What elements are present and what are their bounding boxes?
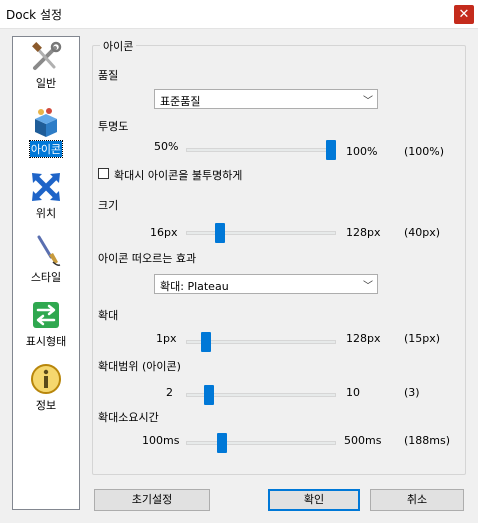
magnify-slider-thumb[interactable]	[201, 332, 212, 352]
magnify-range-value: (3)	[404, 386, 420, 399]
window-title: Dock 설정	[6, 8, 63, 22]
size-slider[interactable]	[186, 231, 336, 235]
sidebar-item-label: 표시형태	[25, 335, 67, 348]
swap-arrows-icon	[33, 302, 59, 328]
size-slider-thumb[interactable]	[215, 223, 226, 243]
size-max-label: 128px	[346, 226, 381, 239]
magnify-range-max-label: 10	[346, 386, 360, 399]
sidebar-item-label: 일반	[35, 77, 57, 90]
quality-dropdown[interactable]: 표준품질 ﹀	[154, 89, 378, 109]
title-bar: Dock 설정 ✕	[0, 0, 478, 29]
magnify-label: 확대	[98, 309, 119, 322]
magnify-time-slider-thumb[interactable]	[216, 433, 227, 453]
opacity-min-label: 50%	[154, 140, 179, 153]
brush-icon	[37, 235, 61, 266]
close-button[interactable]: ✕	[454, 5, 474, 24]
quality-value: 표준품질	[160, 95, 201, 108]
sidebar: 일반 아이콘 위치 스타일 표시형태 정보	[12, 36, 80, 510]
opacity-slider-thumb[interactable]	[326, 140, 336, 160]
opaque-on-magnify-label: 확대시 아이콘을 불투명하게	[114, 169, 243, 182]
cancel-button[interactable]: 취소	[370, 489, 464, 511]
size-min-label: 16px	[150, 226, 178, 239]
sidebar-item-general[interactable]: 일반	[13, 41, 79, 91]
sidebar-item-info[interactable]: 정보	[13, 363, 79, 413]
sidebar-item-label: 아이콘	[28, 140, 64, 158]
magnify-time-max-label: 500ms	[344, 434, 382, 447]
ok-button[interactable]: 확인	[268, 489, 360, 511]
sidebar-item-position[interactable]: 위치	[13, 171, 79, 221]
reset-button[interactable]: 초기설정	[94, 489, 210, 511]
size-label: 크기	[98, 199, 119, 212]
magnify-time-min-label: 100ms	[142, 434, 180, 447]
magnify-time-label: 확대소요시간	[98, 411, 159, 424]
sidebar-item-style[interactable]: 스타일	[13, 235, 79, 285]
group-title: 아이콘	[100, 38, 137, 54]
opacity-max-label: 100%	[346, 145, 378, 158]
sidebar-item-icon[interactable]: 아이콘	[13, 107, 79, 158]
size-value: (40px)	[404, 226, 441, 239]
magnify-time-value: (188ms)	[404, 434, 451, 447]
quality-label: 품질	[98, 69, 119, 82]
magnify-range-min-label: 2	[166, 386, 173, 399]
magnify-min-label: 1px	[156, 332, 177, 345]
opaque-on-magnify-checkbox[interactable]	[98, 168, 109, 179]
opacity-value: (100%)	[404, 145, 445, 158]
sidebar-item-label: 위치	[35, 207, 57, 220]
chevron-down-icon: ﹀	[363, 281, 373, 292]
magnify-value: (15px)	[404, 332, 441, 345]
info-icon	[31, 364, 61, 394]
icon-box-icon	[35, 108, 57, 137]
opacity-label: 투명도	[98, 120, 129, 133]
magnify-range-label: 확대범위 (아이콘)	[98, 360, 181, 373]
sidebar-item-label: 정보	[35, 399, 57, 412]
effect-dropdown[interactable]: 확대: Plateau ﹀	[154, 274, 378, 294]
sidebar-item-label: 스타일	[30, 271, 62, 284]
opacity-slider[interactable]	[186, 148, 336, 152]
effect-label: 아이콘 떠오르는 효과	[98, 252, 197, 265]
chevron-down-icon: ﹀	[363, 96, 373, 107]
sidebar-item-display[interactable]: 표시형태	[13, 299, 79, 349]
magnify-range-slider-thumb[interactable]	[203, 385, 214, 405]
magnify-time-slider[interactable]	[186, 441, 336, 445]
magnify-max-label: 128px	[346, 332, 381, 345]
effect-value: 확대: Plateau	[160, 280, 229, 293]
tools-icon	[32, 41, 62, 70]
position-arrows-icon	[32, 173, 60, 201]
